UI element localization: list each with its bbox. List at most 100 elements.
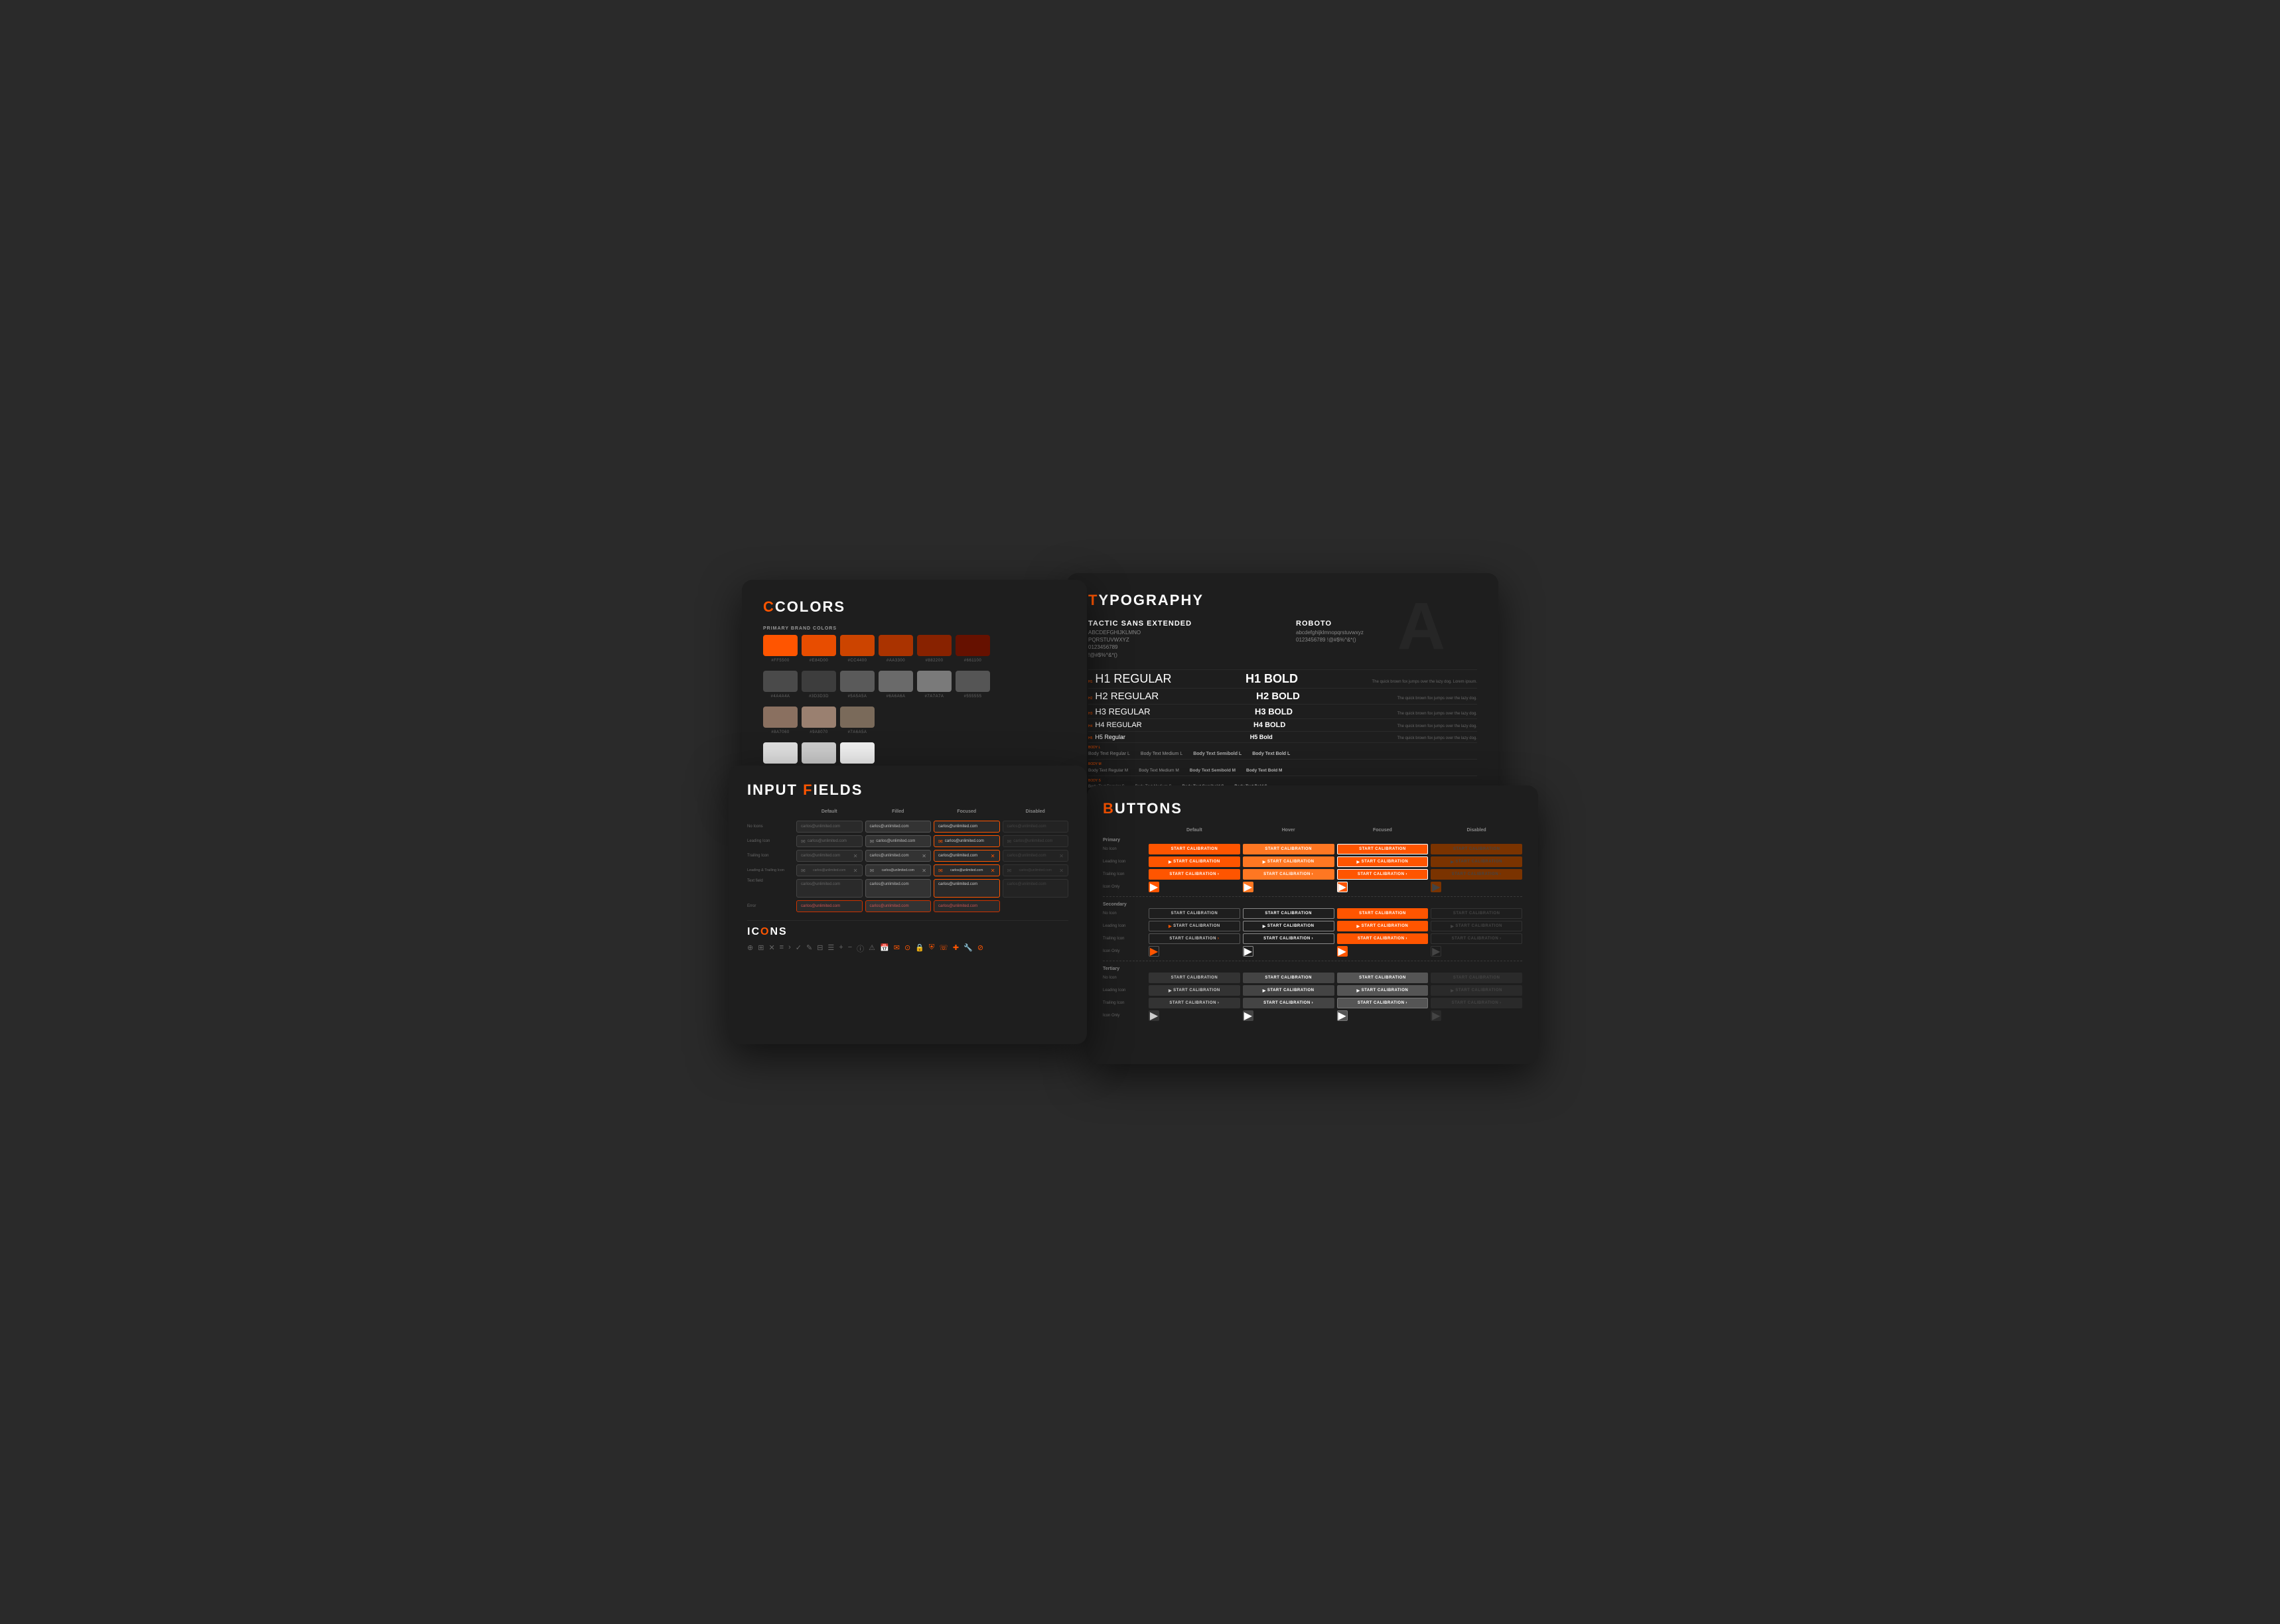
icon-search: ⊕ bbox=[747, 943, 753, 954]
neutral-swatch-3 bbox=[840, 671, 875, 692]
btn-primary-focused-trailing[interactable]: START CALIBRATION › bbox=[1337, 869, 1429, 880]
font-block-tactic: TACTIC SANS EXTENDED ABCDEFGHIJKLMNOPQRS… bbox=[1088, 620, 1269, 659]
input-default-trailing[interactable]: carlos@unlimited.com✕ bbox=[796, 850, 863, 862]
btn-primary-disabled-icon-only: ▶ bbox=[1431, 882, 1441, 892]
input-focused-trailing[interactable]: carlos@unlimited.com✕ bbox=[934, 850, 1000, 862]
btn-tertiary-no-icon-row: No Icon START CALIBRATION START CALIBRAT… bbox=[1103, 973, 1522, 983]
btn-primary-default-icon-only[interactable]: ▶ bbox=[1149, 882, 1159, 892]
btn-secondary-default[interactable]: START CALIBRATION bbox=[1149, 908, 1240, 919]
btn-tertiary-trailing-row: Trailing Icon START CALIBRATION › START … bbox=[1103, 998, 1522, 1008]
btn-tertiary-default[interactable]: START CALIBRATION bbox=[1149, 973, 1240, 983]
input-filled-trailing[interactable]: carlos@unlimited.com✕ bbox=[865, 850, 932, 862]
light-swatches-row bbox=[763, 742, 1066, 764]
btn-primary-hover-leading[interactable]: ▶START CALIBRATION bbox=[1243, 856, 1334, 867]
btn-primary-leading-row: Leading Icon ▶START CALIBRATION ▶START C… bbox=[1103, 856, 1522, 867]
neutral-swatch-4 bbox=[879, 671, 913, 692]
btn-primary-focused-no-icon[interactable]: START CALIBRATION bbox=[1337, 844, 1429, 854]
btn-secondary-default-leading[interactable]: ▶START CALIBRATION bbox=[1149, 921, 1240, 931]
input-disabled-textarea: carlos@unlimited.com bbox=[1003, 879, 1069, 898]
input-focused-leading[interactable]: ✉carlos@unlimited.com bbox=[934, 835, 1000, 847]
primary-section-label: Primary bbox=[1103, 835, 1522, 844]
btn-primary-focused-leading[interactable]: ▶START CALIBRATION bbox=[1337, 856, 1429, 867]
input-row-no-icons: No Icons carlos@unlimited.com carlos@unl… bbox=[747, 821, 1068, 833]
colors-title: CCOLORS bbox=[763, 598, 1066, 616]
btn-tertiary-hover[interactable]: START CALIBRATION bbox=[1243, 973, 1334, 983]
input-default-no-icon[interactable]: carlos@unlimited.com bbox=[796, 821, 863, 833]
light-swatch-1 bbox=[763, 742, 798, 764]
input-filled-leading[interactable]: ✉carlos@unlimited.com bbox=[865, 835, 932, 847]
btn-tertiary-default-leading[interactable]: ▶START CALIBRATION bbox=[1149, 985, 1240, 996]
btn-secondary-disabled-leading: ▶START CALIBRATION bbox=[1431, 921, 1522, 931]
input-focused-no-icon[interactable]: carlos@unlimited.com bbox=[934, 821, 1000, 833]
input-default-textarea[interactable]: carlos@unlimited.com bbox=[796, 879, 863, 898]
btn-secondary-focused-trailing[interactable]: START CALIBRATION › bbox=[1337, 933, 1429, 944]
btn-primary-default-trailing[interactable]: START CALIBRATION › bbox=[1149, 869, 1240, 880]
input-default-leading[interactable]: ✉carlos@unlimited.com bbox=[796, 835, 863, 847]
btn-primary-focused-icon-only[interactable]: ▶ bbox=[1337, 882, 1348, 892]
input-fields-card: INPUT FIELDS Default Filled Focused Disa… bbox=[729, 766, 1087, 1044]
swatch-4 bbox=[879, 635, 913, 656]
btn-tertiary-focused-trailing[interactable]: START CALIBRATION › bbox=[1337, 998, 1429, 1008]
swatch-1 bbox=[763, 635, 798, 656]
btn-secondary-trailing-row: Trailing Icon START CALIBRATION › START … bbox=[1103, 933, 1522, 944]
swatch-6 bbox=[956, 635, 990, 656]
btn-tertiary-hover-icon-only[interactable]: ▶ bbox=[1243, 1010, 1253, 1021]
btn-secondary-default-icon-only[interactable]: ▶ bbox=[1149, 946, 1159, 957]
primary-labels-row: #FF5500 #E84D00 #CC4400 #AA3300 #882200 … bbox=[763, 659, 1066, 663]
input-filled-error[interactable]: carlos@unlimited.com bbox=[865, 900, 932, 912]
btn-secondary-default-trailing[interactable]: START CALIBRATION › bbox=[1149, 933, 1240, 944]
btn-secondary-leading-row: Leading Icon ▶START CALIBRATION ▶START C… bbox=[1103, 921, 1522, 931]
icon-plus: + bbox=[839, 943, 843, 954]
input-filled-no-icon[interactable]: carlos@unlimited.com bbox=[865, 821, 932, 833]
input-default-both[interactable]: ✉carlos@unlimited.com✕ bbox=[796, 864, 863, 876]
icon-warning: ⚠ bbox=[869, 943, 875, 954]
icon-chevron: › bbox=[788, 943, 791, 954]
btn-tertiary-disabled-icon-only: ▶ bbox=[1431, 1010, 1441, 1021]
icons-title: ICONS bbox=[747, 926, 1068, 938]
input-focused-textarea[interactable]: carlos@unlimited.com bbox=[934, 879, 1000, 898]
warm-swatch-3 bbox=[840, 707, 875, 728]
btn-secondary-hover-trailing[interactable]: START CALIBRATION › bbox=[1243, 933, 1334, 944]
input-focused-error[interactable]: carlos@unlimited.com bbox=[934, 900, 1000, 912]
input-filled-both[interactable]: ✉carlos@unlimited.com✕ bbox=[865, 864, 932, 876]
input-row-error: Error carlos@unlimited.com carlos@unlimi… bbox=[747, 900, 1068, 912]
icon-cross: ✚ bbox=[953, 943, 959, 954]
btn-primary-default-leading[interactable]: ▶START CALIBRATION bbox=[1149, 856, 1240, 867]
btn-tertiary-disabled: START CALIBRATION bbox=[1431, 973, 1522, 983]
icons-grid: ⊕ ⊞ ✕ ≡ › ✓ ✎ ⊟ ☰ + − ⓘ ⚠ 📅 ✉ ⊙ 🔒 ⛨ ☏ ✚ bbox=[747, 943, 1068, 954]
icon-list: ☰ bbox=[827, 943, 834, 954]
colors-card: CCOLORS PRIMARY BRAND COLORS #FF5500 #E8… bbox=[742, 580, 1087, 792]
input-focused-both[interactable]: ✉carlos@unlimited.com✕ bbox=[934, 864, 1000, 876]
btn-tertiary-hover-leading[interactable]: ▶START CALIBRATION bbox=[1243, 985, 1334, 996]
btn-primary-default-no-icon[interactable]: START CALIBRATION bbox=[1149, 844, 1240, 854]
btn-tertiary-default-icon-only[interactable]: ▶ bbox=[1149, 1010, 1159, 1021]
input-default-error[interactable]: carlos@unlimited.com bbox=[796, 900, 863, 912]
input-row-leading-icon: Leading Icon ✉carlos@unlimited.com ✉carl… bbox=[747, 835, 1068, 847]
tertiary-section-label: Tertiary bbox=[1103, 965, 1522, 973]
icon-close: ✕ bbox=[768, 943, 774, 954]
btn-secondary-focused-leading[interactable]: ▶START CALIBRATION bbox=[1337, 921, 1429, 931]
btn-tertiary-focused-icon-only[interactable]: ▶ bbox=[1337, 1010, 1348, 1021]
btn-primary-hover-trailing[interactable]: START CALIBRATION › bbox=[1243, 869, 1334, 880]
btn-primary-hover-icon-only[interactable]: ▶ bbox=[1243, 882, 1253, 892]
btn-secondary-hover[interactable]: START CALIBRATION bbox=[1243, 908, 1334, 919]
btn-tertiary-focused-leading[interactable]: ▶START CALIBRATION bbox=[1337, 985, 1429, 996]
btn-tertiary-disabled-trailing: START CALIBRATION › bbox=[1431, 998, 1522, 1008]
btn-tertiary-default-trailing[interactable]: START CALIBRATION › bbox=[1149, 998, 1240, 1008]
input-filled-textarea[interactable]: carlos@unlimited.com bbox=[865, 879, 932, 898]
btn-secondary-focused-icon-only[interactable]: ▶ bbox=[1337, 946, 1348, 957]
icons-section: ICONS ⊕ ⊞ ✕ ≡ › ✓ ✎ ⊟ ☰ + − ⓘ ⚠ 📅 ✉ ⊙ 🔒 bbox=[747, 920, 1068, 954]
btn-secondary-hover-leading[interactable]: ▶START CALIBRATION bbox=[1243, 921, 1334, 931]
btn-tertiary-hover-trailing[interactable]: START CALIBRATION › bbox=[1243, 998, 1334, 1008]
btn-secondary-focused[interactable]: START CALIBRATION bbox=[1337, 908, 1429, 919]
btn-tertiary-focused[interactable]: START CALIBRATION bbox=[1337, 973, 1429, 983]
swatch-2 bbox=[802, 635, 836, 656]
icon-info: ⓘ bbox=[857, 943, 864, 954]
btn-primary-hover-no-icon[interactable]: START CALIBRATION bbox=[1243, 844, 1334, 854]
btn-tertiary-disabled-leading: ▶START CALIBRATION bbox=[1431, 985, 1522, 996]
neutral-swatches-row1 bbox=[763, 671, 1066, 692]
neutral-swatch-1 bbox=[763, 671, 798, 692]
font-block-roboto: ROBOTO abcdefghijklmnopqrstuvwxyz0123456… bbox=[1296, 620, 1477, 659]
primary-swatches-row bbox=[763, 635, 1066, 656]
btn-secondary-hover-icon-only[interactable]: ▶ bbox=[1243, 946, 1253, 957]
